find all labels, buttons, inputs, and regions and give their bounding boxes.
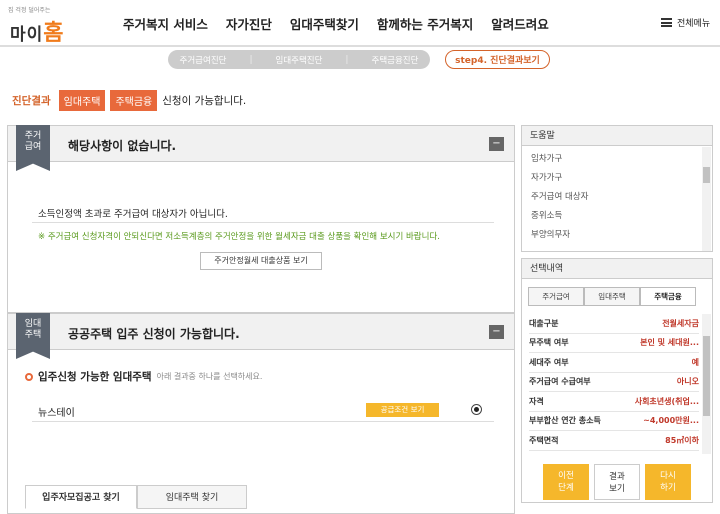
logo-text-main: 마이 bbox=[10, 25, 44, 45]
available-label: 입주신청 가능한 임대주택 bbox=[38, 371, 152, 383]
selection-panel: 선택내역 주거급여 임대주택 주택금융 대출구분 전월세자금 무주택 여부 본인 및… bbox=[521, 258, 713, 503]
help-item[interactable]: 중위소득 bbox=[531, 207, 712, 226]
tab-housing-benefit[interactable]: 주거급여 bbox=[528, 287, 584, 306]
result-label: 진단결과 bbox=[12, 95, 51, 107]
help-item[interactable]: 임차가구 bbox=[531, 150, 712, 169]
nav-notice[interactable]: 알려드려요 bbox=[491, 14, 549, 33]
nav-housing-welfare[interactable]: 주거복지 서비스 bbox=[123, 14, 208, 33]
detail-key: 무주택 여부 bbox=[529, 338, 569, 348]
detail-key: 세대주 여부 bbox=[529, 357, 569, 367]
detail-row: 대출구분 전월세자금 bbox=[529, 314, 699, 334]
help-panel: 도움말 임차가구 자가가구 주거급여 대상자 중위소득 부양의무자 bbox=[521, 125, 713, 252]
available-housing-heading: 입주신청 가능한 임대주택 아래 결과중 하나를 선택하세요. bbox=[25, 369, 262, 384]
detail-value: 아니오 bbox=[676, 377, 699, 387]
restart-button[interactable]: 다시 하기 bbox=[645, 464, 691, 500]
selection-details: 대출구분 전월세자금 무주택 여부 본인 및 세대원... 세대주 여부 예 주거급여… bbox=[529, 314, 699, 451]
step-4-current: step4. 진단결과보기 bbox=[445, 50, 550, 69]
detail-value: 85㎡이하 bbox=[665, 435, 699, 445]
detail-value: ~4,000만원... bbox=[643, 416, 699, 426]
hamburger-icon bbox=[661, 18, 672, 27]
detail-row: 세대주 여부 예 bbox=[529, 353, 699, 373]
detail-value: 전월세자금 bbox=[662, 318, 699, 328]
logo-text-accent: 홈 bbox=[43, 21, 65, 46]
detail-key: 부부합산 연간 총소득 bbox=[529, 416, 601, 426]
section-flag: 임대 주택 bbox=[16, 313, 50, 359]
tab-rental-housing[interactable]: 임대주택 bbox=[584, 287, 640, 306]
divider bbox=[32, 421, 494, 422]
help-list: 임차가구 자가가구 주거급여 대상자 중위소득 부양의무자 bbox=[522, 146, 712, 245]
tab-housing-finance[interactable]: 주택금융 bbox=[640, 287, 696, 306]
section-header: 임대 주택 공공주택 입주 신청이 가능합니다. − bbox=[8, 313, 514, 359]
scrollbar-thumb[interactable] bbox=[703, 336, 710, 416]
section-title: 공공주택 입주 신청이 가능합니다. bbox=[68, 327, 240, 341]
housing-row-name: 뉴스테이 bbox=[38, 408, 75, 419]
nav-rental-search[interactable]: 임대주택찾기 bbox=[290, 14, 359, 33]
view-result-button[interactable]: 결과 보기 bbox=[594, 464, 640, 500]
all-menu-button[interactable]: 전체메뉴 bbox=[661, 16, 710, 29]
diagnosis-result-line: 진단결과 임대주택 주택금융 신청이 가능합니다. bbox=[12, 90, 246, 111]
tab-recruitment-notice[interactable]: 입주자모집공고 찾기 bbox=[25, 485, 137, 509]
rental-tabs: 입주자모집공고 찾기 임대주택 찾기 bbox=[25, 485, 247, 509]
section-flag: 주거 급여 bbox=[16, 125, 50, 171]
supply-condition-button[interactable]: 공급조건 보기 bbox=[366, 403, 439, 417]
action-buttons: 이전 단계 결과 보기 다시 하기 bbox=[543, 464, 691, 500]
collapse-button[interactable]: − bbox=[489, 137, 504, 151]
selection-tabs: 주거급여 임대주택 주택금융 bbox=[528, 287, 696, 306]
help-scrollbar[interactable] bbox=[702, 147, 711, 251]
help-item[interactable]: 부양의무자 bbox=[531, 226, 712, 245]
divider bbox=[32, 222, 494, 223]
detail-key: 주택면적 bbox=[529, 435, 559, 445]
result-suffix: 신청이 가능합니다. bbox=[162, 95, 247, 107]
detail-row: 자격 사회초년생(취업... bbox=[529, 392, 699, 412]
section-header: 주거 급여 해당사항이 없습니다. − bbox=[8, 125, 514, 171]
detail-row: 주거급여 수급여부 아니오 bbox=[529, 373, 699, 392]
step-2[interactable]: 임대주택진단 bbox=[276, 54, 323, 66]
nav-together[interactable]: 함께하는 주거복지 bbox=[377, 14, 473, 33]
step-separator: | bbox=[345, 54, 349, 65]
logo-text: 마이홈 bbox=[10, 15, 65, 47]
selection-scrollbar[interactable] bbox=[702, 314, 711, 454]
help-item[interactable]: 주거급여 대상자 bbox=[531, 188, 712, 207]
detail-key: 자격 bbox=[529, 396, 544, 406]
detail-row: 무주택 여부 본인 및 세대원... bbox=[529, 334, 699, 353]
step-progress: 주거급여진단 | 임대주택진단 | 주택금융진단 bbox=[168, 50, 430, 69]
detail-key: 대출구분 bbox=[529, 318, 559, 328]
all-menu-label: 전체메뉴 bbox=[677, 19, 711, 29]
section-rental-housing: 임대 주택 공공주택 입주 신청이 가능합니다. − 입주신청 가능한 임대주택… bbox=[7, 313, 515, 514]
selection-title: 선택내역 bbox=[522, 259, 712, 279]
collapse-button[interactable]: − bbox=[489, 325, 504, 339]
detail-value: 예 bbox=[691, 357, 699, 367]
rent-loan-button[interactable]: 주거안정월세 대출상품 보기 bbox=[200, 252, 322, 270]
detail-value: 사회초년생(취업... bbox=[634, 396, 699, 406]
help-item[interactable]: 자가가구 bbox=[531, 169, 712, 188]
prev-step-button[interactable]: 이전 단계 bbox=[543, 464, 589, 500]
eligibility-note: ※ 주거급여 신청자격이 안되신다면 저소득계층의 주거안정을 위한 월세자금 … bbox=[38, 232, 440, 242]
detail-row: 주택면적 85㎡이하 bbox=[529, 431, 699, 451]
step-3[interactable]: 주택금융진단 bbox=[372, 54, 419, 66]
logo-tagline: 집 걱정 덜어주는 bbox=[8, 7, 51, 14]
main-nav: 주거복지 서비스 자가진단 임대주택찾기 함께하는 주거복지 알려드려요 bbox=[123, 14, 567, 33]
site-header: 집 걱정 덜어주는 마이홈 주거복지 서비스 자가진단 임대주택찾기 함께하는 … bbox=[0, 0, 720, 47]
detail-row: 부부합산 연간 총소득 ~4,000만원... bbox=[529, 412, 699, 431]
section-title: 해당사항이 없습니다. bbox=[68, 139, 177, 153]
step-1[interactable]: 주거급여진단 bbox=[180, 54, 227, 66]
section-housing-benefit: 주거 급여 해당사항이 없습니다. − 소득인정액 초과로 주거급여 대상자가 … bbox=[7, 125, 515, 313]
detail-value: 본인 및 세대원... bbox=[640, 338, 699, 348]
available-hint: 아래 결과중 하나를 선택하세요. bbox=[156, 372, 263, 381]
help-title: 도움말 bbox=[522, 126, 712, 146]
detail-key: 주거급여 수급여부 bbox=[529, 377, 591, 387]
bullet-icon bbox=[25, 372, 33, 381]
result-badge-rental: 임대주택 bbox=[58, 90, 106, 111]
tab-rental-search[interactable]: 임대주택 찾기 bbox=[137, 485, 247, 509]
nav-self-diagnosis[interactable]: 자가진단 bbox=[226, 14, 272, 33]
ineligible-message: 소득인정액 초과로 주거급여 대상자가 아닙니다. bbox=[38, 209, 228, 220]
result-badge-finance: 주택금융 bbox=[110, 90, 158, 111]
scrollbar-thumb[interactable] bbox=[703, 167, 710, 183]
housing-radio[interactable] bbox=[471, 404, 482, 415]
step-separator: | bbox=[249, 54, 253, 65]
site-logo[interactable]: 집 걱정 덜어주는 마이홈 bbox=[8, 5, 78, 46]
